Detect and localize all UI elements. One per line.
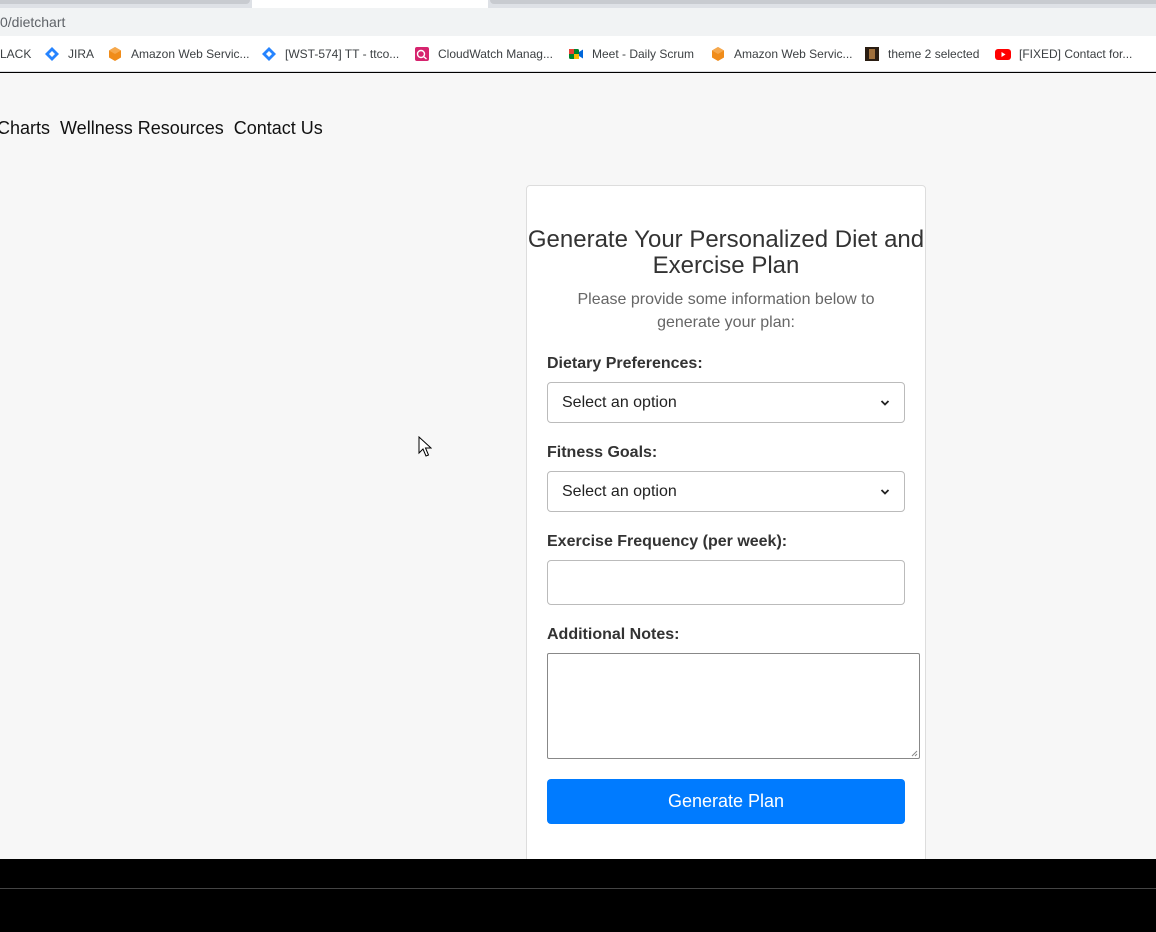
bookmark-label: LACK	[0, 47, 32, 61]
dietary-preferences-value: Select an option	[562, 393, 677, 411]
page-content: Charts Wellness Resources Contact Us Gen…	[0, 73, 1156, 859]
form-subtitle: Please provide some information below to…	[577, 291, 875, 331]
bookmark-label: Amazon Web Servic...	[131, 47, 250, 61]
additional-notes-textarea[interactable]	[547, 653, 920, 759]
taskbar	[0, 859, 1156, 932]
bookmark-cloudwatch[interactable]: CloudWatch Manag...	[414, 46, 553, 62]
meet-icon	[569, 49, 583, 59]
top-nav: Charts Wellness Resources Contact Us	[0, 118, 333, 139]
fitness-goals-select[interactable]: Select an option	[547, 471, 905, 512]
bookmark-label: theme 2 selected	[888, 47, 980, 61]
bookmark-label: [FIXED] Contact for...	[1019, 47, 1133, 61]
aws-icon	[109, 47, 121, 61]
bookmark-aws[interactable]: Amazon Web Servic...	[107, 46, 250, 62]
dietary-preferences-select[interactable]: Select an option	[547, 382, 905, 423]
youtube-icon	[995, 49, 1011, 60]
divider	[0, 888, 1156, 889]
bookmark-label: JIRA	[68, 47, 95, 61]
jira-icon	[45, 47, 59, 61]
cloudwatch-icon	[415, 47, 429, 61]
browser-tab[interactable]	[490, 0, 1156, 4]
bookmark-label: CloudWatch Manag...	[438, 47, 553, 61]
fitness-goals-value: Select an option	[562, 482, 677, 500]
bookmark-slack[interactable]: LACK	[0, 46, 31, 62]
address-bar: 0/dietchart	[0, 8, 1156, 36]
bookmarks-bar: LACK JIRA Amazon Web Servic... [WST-574]…	[0, 36, 1156, 72]
generate-plan-button[interactable]: Generate Plan	[547, 779, 905, 824]
bookmark-theme[interactable]: theme 2 selected	[864, 46, 979, 62]
chevron-down-icon	[880, 399, 890, 406]
bookmark-youtube[interactable]: [FIXED] Contact for...	[995, 46, 1132, 62]
url-field[interactable]: 0/dietchart	[0, 8, 1156, 36]
bookmark-meet[interactable]: Meet - Daily Scrum	[568, 46, 694, 62]
browser-tab-active[interactable]	[252, 0, 488, 8]
bookmark-label: Amazon Web Servic...	[734, 47, 853, 61]
nav-link-charts[interactable]: Charts	[0, 118, 50, 139]
dietary-preferences-label: Dietary Preferences:	[547, 355, 703, 372]
bookmark-label: Meet - Daily Scrum	[592, 47, 695, 61]
url-text: 0/dietchart	[0, 14, 66, 30]
nav-link-wellness-resources[interactable]: Wellness Resources	[60, 118, 224, 139]
bookmark-aws-2[interactable]: Amazon Web Servic...	[710, 46, 853, 62]
bookmark-jira[interactable]: JIRA	[44, 46, 94, 62]
fitness-goals-label: Fitness Goals:	[547, 444, 658, 461]
plan-form-card: Generate Your Personalized Diet and Exer…	[526, 185, 926, 859]
theme-thumbnail-icon	[865, 47, 879, 61]
nav-link-contact-us[interactable]: Contact Us	[234, 118, 323, 139]
form-title: Generate Your Personalized Diet and Exer…	[527, 226, 925, 279]
browser-tab[interactable]	[0, 0, 250, 4]
additional-notes-label: Additional Notes:	[547, 626, 680, 643]
bookmark-label: [WST-574] TT - ttco...	[285, 47, 400, 61]
resize-grip-icon[interactable]	[910, 749, 918, 757]
aws-icon	[712, 47, 724, 61]
jira-icon	[262, 47, 276, 61]
tab-strip	[0, 0, 1156, 8]
exercise-frequency-input[interactable]	[547, 560, 905, 605]
chevron-down-icon	[880, 488, 890, 495]
mouse-cursor-icon	[418, 436, 432, 457]
bookmark-jira-ticket[interactable]: [WST-574] TT - ttco...	[261, 46, 399, 62]
exercise-frequency-label: Exercise Frequency (per week):	[547, 533, 788, 550]
